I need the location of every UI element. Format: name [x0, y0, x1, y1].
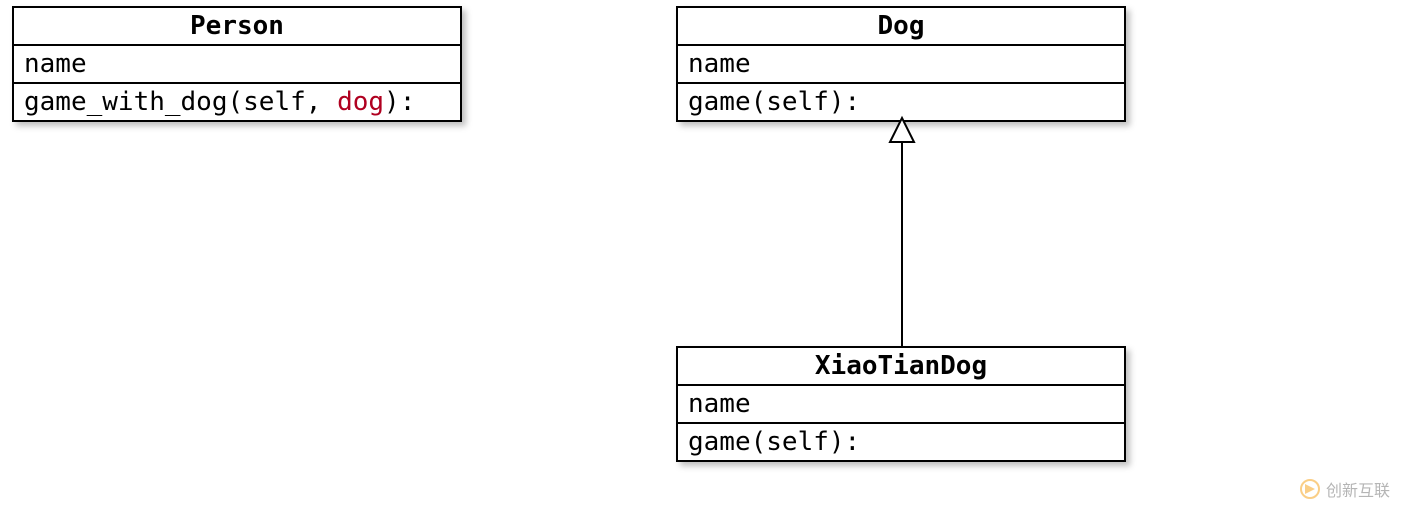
watermark: 创新互联 [1300, 477, 1390, 501]
class-method-person: game_with_dog(self, dog): [14, 84, 460, 120]
watermark-logo-icon [1300, 479, 1320, 499]
method-param-dog: dog [337, 87, 384, 117]
uml-canvas: Person name game_with_dog(self, dog): Do… [0, 0, 1402, 509]
method-prefix: game_with_dog(self, [24, 87, 337, 117]
class-box-dog: Dog name game(self): [676, 6, 1126, 122]
method-suffix: ): [384, 87, 415, 117]
watermark-text: 创新互联 [1326, 477, 1390, 501]
class-attr-person: name [14, 46, 460, 84]
class-attr-dog: name [678, 46, 1124, 84]
class-attr-xiaotiandog: name [678, 386, 1124, 424]
class-title-person: Person [14, 8, 460, 46]
inheritance-arrow-icon [890, 118, 914, 346]
class-title-xiaotiandog: XiaoTianDog [678, 348, 1124, 386]
class-box-person: Person name game_with_dog(self, dog): [12, 6, 462, 122]
class-title-dog: Dog [678, 8, 1124, 46]
class-box-xiaotiandog: XiaoTianDog name game(self): [676, 346, 1126, 462]
class-method-dog: game(self): [678, 84, 1124, 120]
class-method-xiaotiandog: game(self): [678, 424, 1124, 460]
